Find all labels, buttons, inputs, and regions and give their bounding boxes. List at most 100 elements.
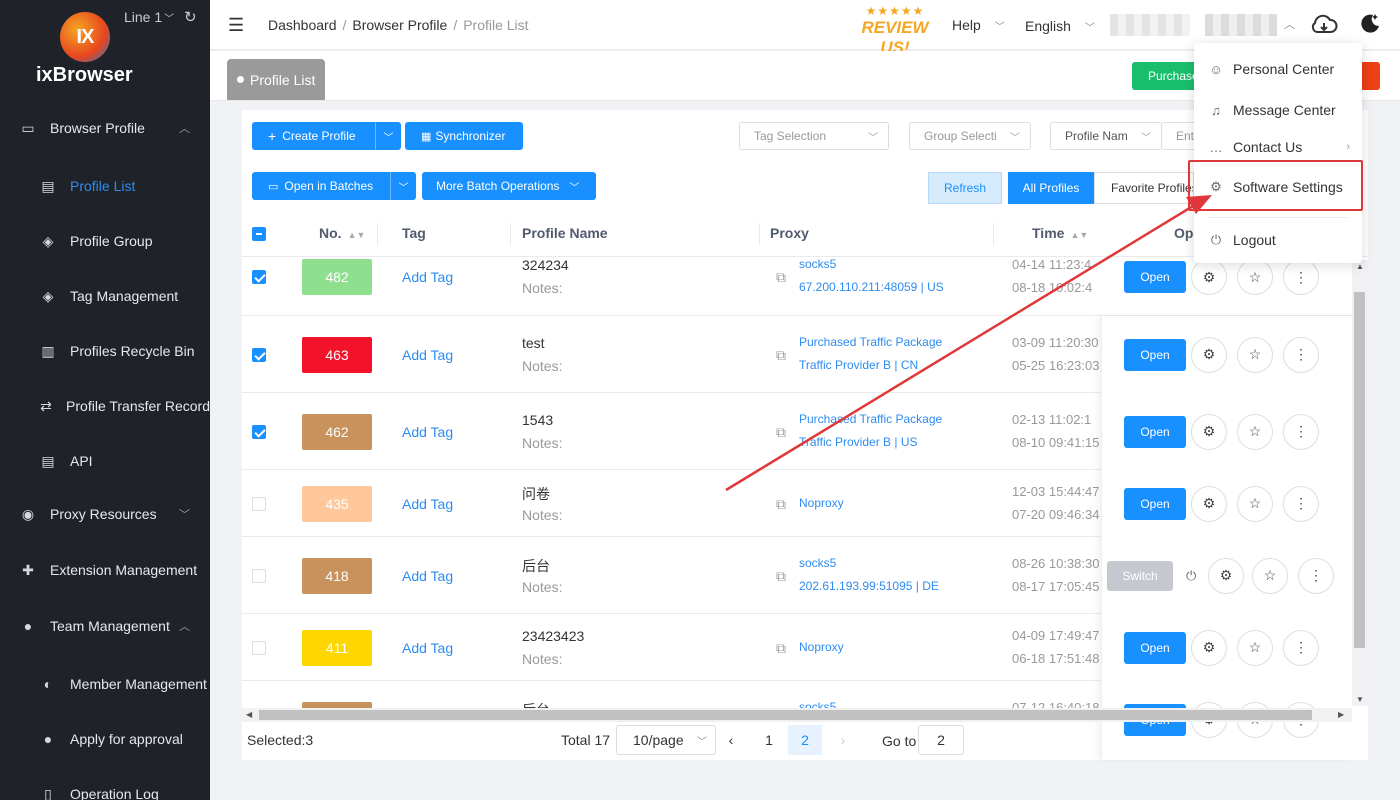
synchronizer-button[interactable]: ▦ Synchronizer xyxy=(405,122,523,150)
favorite-star-icon[interactable]: ☆ xyxy=(1237,485,1273,522)
proxy-type[interactable]: socks5 xyxy=(799,700,836,709)
refresh-icon[interactable]: ↻ xyxy=(184,8,197,26)
scroll-right-icon[interactable]: ▶ xyxy=(1338,710,1344,719)
sidebar-item-browser-profile[interactable]: ▭ Browser Profile ︿ xyxy=(0,108,210,148)
row-checkbox[interactable] xyxy=(252,270,266,284)
sidebar-item-proxy-resources[interactable]: ◉ Proxy Resources ﹀ xyxy=(0,494,210,534)
chevron-down-icon[interactable]: ﹀ xyxy=(391,179,416,194)
blurred-username[interactable] xyxy=(1110,14,1190,36)
settings-gear-icon[interactable]: ⚙ xyxy=(1191,259,1227,295)
settings-gear-icon[interactable]: ⚙ xyxy=(1191,485,1227,522)
page-1[interactable]: 1 xyxy=(752,725,786,755)
page-size-select[interactable]: 10/page ﹀ xyxy=(616,725,716,755)
proxy-type[interactable]: socks5 xyxy=(799,258,836,271)
proxy-type[interactable]: socks5 xyxy=(799,556,836,570)
sidebar-item-operation-log[interactable]: ▯ Operation Log xyxy=(0,774,210,800)
horizontal-scrollbar[interactable]: ◀ ▶ xyxy=(242,708,1352,722)
menu-item-logout[interactable]: ⏻ Logout xyxy=(1194,223,1362,257)
settings-gear-icon[interactable]: ⚙ xyxy=(1191,629,1227,666)
header-time[interactable]: Time ▲▼ xyxy=(1032,225,1088,241)
favorite-star-icon[interactable]: ☆ xyxy=(1237,336,1273,373)
more-options-icon[interactable]: ⋮ xyxy=(1283,485,1319,522)
sidebar-item-profiles-recycle-bin[interactable]: ▥ Profiles Recycle Bin xyxy=(0,331,210,371)
settings-gear-icon[interactable]: ⚙ xyxy=(1208,557,1244,594)
proxy-type[interactable]: Noproxy xyxy=(799,640,844,654)
settings-gear-icon[interactable]: ⚙ xyxy=(1191,336,1227,373)
sort-icon[interactable]: ▲▼ xyxy=(1070,230,1088,240)
chevron-up-icon[interactable]: ︿ xyxy=(1284,16,1295,32)
prev-page-icon[interactable]: ‹ xyxy=(714,725,748,755)
menu-item-contact-us[interactable]: … Contact Us › xyxy=(1194,130,1362,164)
menu-item-message-center[interactable]: ♫ Message Center xyxy=(1194,93,1362,127)
open-button[interactable]: Open xyxy=(1124,338,1186,371)
scroll-left-icon[interactable]: ◀ xyxy=(246,710,252,719)
select-all-checkbox[interactable] xyxy=(252,227,266,241)
moon-icon[interactable] xyxy=(1358,11,1382,35)
add-tag-link[interactable]: Add Tag xyxy=(402,640,453,656)
favorite-star-icon[interactable]: ☆ xyxy=(1237,413,1273,450)
more-options-icon[interactable]: ⋮ xyxy=(1283,259,1319,295)
add-tag-link[interactable]: Add Tag xyxy=(402,568,453,584)
breadcrumb-browser-profile[interactable]: Browser Profile xyxy=(352,17,447,33)
page-2[interactable]: 2 xyxy=(788,725,822,755)
scroll-down-icon[interactable]: ▼ xyxy=(1356,695,1364,704)
sidebar-item-tag-management[interactable]: ◈ Tag Management xyxy=(0,276,210,316)
more-options-icon[interactable]: ⋮ xyxy=(1283,413,1319,450)
add-tag-link[interactable]: Add Tag xyxy=(402,347,453,363)
scroll-thumb[interactable] xyxy=(1354,292,1365,648)
help-menu[interactable]: Help ﹀ xyxy=(952,17,1005,33)
scroll-up-icon[interactable]: ▲ xyxy=(1356,262,1364,271)
favorite-star-icon[interactable]: ☆ xyxy=(1237,259,1273,295)
purchase-button[interactable]: Purchase xyxy=(1132,62,1200,90)
proxy-address[interactable]: 202.61.193.99:51095 | DE xyxy=(799,579,939,593)
more-options-icon[interactable]: ⋮ xyxy=(1283,336,1319,373)
tab-profile-list[interactable]: Profile List xyxy=(227,59,326,100)
blurred-account[interactable] xyxy=(1205,14,1277,36)
sidebar-item-team-management[interactable]: ● Team Management ︿ xyxy=(0,606,210,646)
settings-gear-icon[interactable]: ⚙ xyxy=(1191,413,1227,450)
refresh-button[interactable]: Refresh xyxy=(928,172,1002,204)
cloud-download-icon[interactable] xyxy=(1310,12,1338,38)
sort-icon[interactable]: ▲▼ xyxy=(348,230,366,240)
profile-name-filter[interactable]: Profile Nam ﹀ xyxy=(1050,122,1162,150)
row-checkbox[interactable] xyxy=(252,347,266,362)
sidebar-item-profile-group[interactable]: ◈ Profile Group xyxy=(0,221,210,261)
proxy-type[interactable]: Purchased Traffic Package xyxy=(799,412,942,426)
open-button[interactable]: Open xyxy=(1124,261,1186,293)
next-page-icon[interactable]: › xyxy=(826,725,860,755)
row-checkbox[interactable] xyxy=(252,640,266,655)
proxy-type[interactable]: Purchased Traffic Package xyxy=(799,335,942,349)
proxy-address[interactable]: Traffic Provider B | CN xyxy=(799,358,918,372)
proxy-address[interactable]: 67.200.110.211:48059 | US xyxy=(799,280,944,294)
sidebar-item-extension-management[interactable]: ✚ Extension Management xyxy=(0,550,210,590)
scroll-thumb[interactable] xyxy=(259,710,1312,720)
create-profile-button[interactable]: + Create Profile ﹀ xyxy=(252,122,401,150)
add-tag-link[interactable]: Add Tag xyxy=(402,496,453,512)
chevron-down-icon[interactable]: ﹀ xyxy=(376,129,401,144)
open-button[interactable]: Open xyxy=(1124,415,1186,448)
sidebar-item-profile-transfer-record[interactable]: ⇄ Profile Transfer Record xyxy=(0,386,210,426)
menu-toggle-icon[interactable]: ☰ xyxy=(228,15,244,36)
row-checkbox[interactable] xyxy=(252,424,266,439)
open-button[interactable]: Open xyxy=(1124,487,1186,520)
goto-page-input[interactable]: 2 xyxy=(918,725,964,755)
sidebar-item-api[interactable]: ▤ API xyxy=(0,441,210,481)
row-checkbox[interactable] xyxy=(252,496,266,511)
power-icon[interactable]: ⏻ xyxy=(1186,568,1196,584)
header-no[interactable]: No. ▲▼ xyxy=(319,225,365,241)
favorite-star-icon[interactable]: ☆ xyxy=(1252,557,1288,594)
group-selection-dropdown[interactable]: Group Selecti ﹀ xyxy=(909,122,1031,150)
all-profiles-button[interactable]: All Profiles xyxy=(1008,172,1094,204)
review-us-badge[interactable]: ★★★★★ REVIEW US! xyxy=(855,4,935,57)
menu-item-personal-center[interactable]: ☺ Personal Center xyxy=(1194,52,1362,86)
vertical-scrollbar[interactable]: ▲ ▼ xyxy=(1352,260,1368,706)
favorite-profiles-button[interactable]: Favorite Profiles xyxy=(1094,172,1194,204)
breadcrumb-dashboard[interactable]: Dashboard xyxy=(268,17,337,33)
more-options-icon[interactable]: ⋮ xyxy=(1283,629,1319,666)
proxy-type[interactable]: Noproxy xyxy=(799,496,844,510)
language-selector[interactable]: English ﹀ xyxy=(1025,18,1095,34)
sidebar-item-member-management[interactable]: ◐ Member Management xyxy=(0,664,210,704)
sidebar-item-profile-list[interactable]: ▤ Profile List xyxy=(0,166,210,206)
more-batch-operations-button[interactable]: More Batch Operations ﹀ xyxy=(422,172,596,200)
line-selector[interactable]: Line 1 ﹀ xyxy=(124,9,174,25)
